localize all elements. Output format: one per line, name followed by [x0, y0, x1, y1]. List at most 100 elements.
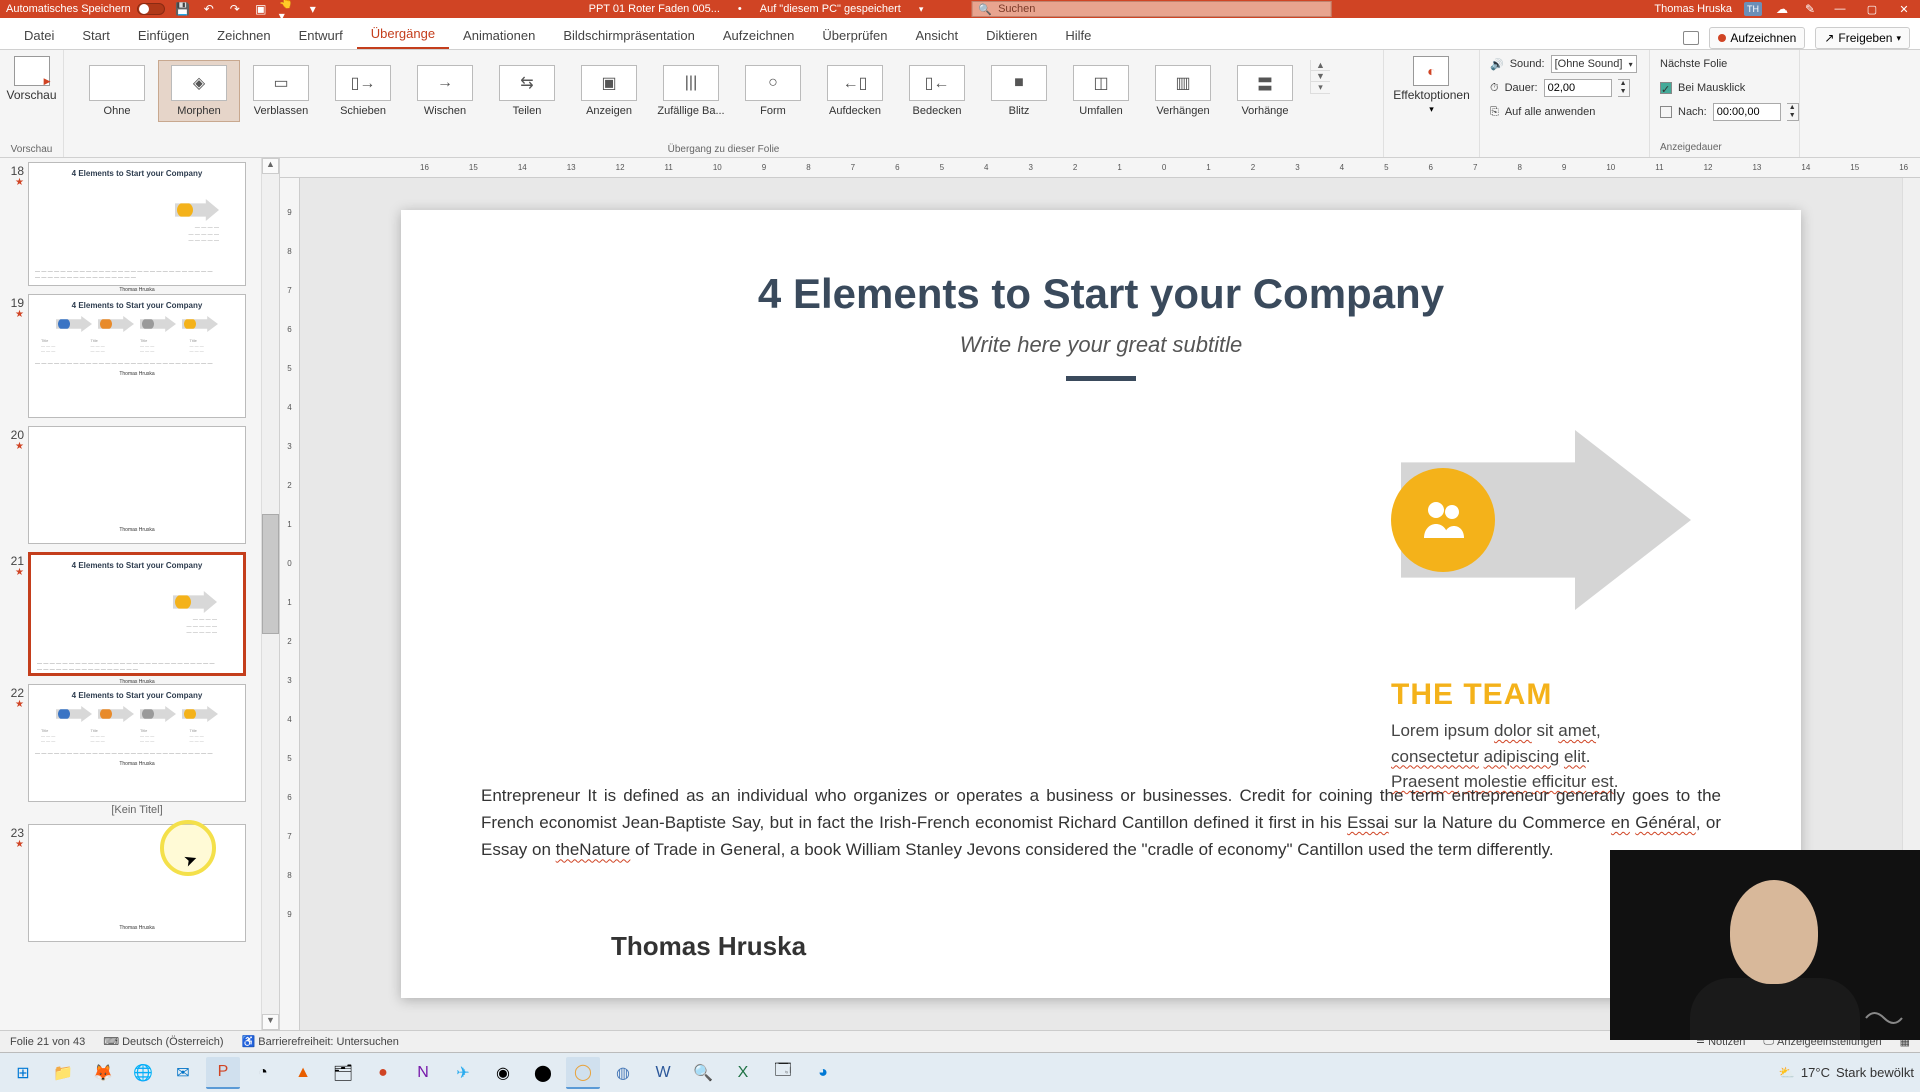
tab-animationen[interactable]: Animationen — [449, 22, 549, 49]
slide-title[interactable]: 4 Elements to Start your Company — [481, 270, 1721, 318]
tab-aufzeichnen[interactable]: Aufzeichnen — [709, 22, 809, 49]
transition-aufdecken[interactable]: ←▯Aufdecken — [814, 60, 896, 122]
tab-start[interactable]: Start — [68, 22, 123, 49]
onenote-icon[interactable]: N — [406, 1057, 440, 1089]
tab-uebergaenge[interactable]: Übergänge — [357, 20, 449, 49]
slide-thumbnail-21[interactable]: 4 Elements to Start your Company — — — —… — [28, 552, 246, 676]
tab-hilfe[interactable]: Hilfe — [1051, 22, 1105, 49]
weather-widget[interactable]: ⛅ 17°C Stark bewölkt — [1779, 1065, 1914, 1081]
word-icon[interactable]: W — [646, 1057, 680, 1089]
slide-author[interactable]: Thomas Hruska — [611, 931, 806, 962]
transition-schieben[interactable]: ▯→Schieben — [322, 60, 404, 122]
after-input[interactable] — [1713, 103, 1781, 121]
cloud-icon[interactable]: ☁ — [1774, 1, 1790, 17]
on-click-checkbox[interactable]: ✓ — [1660, 82, 1672, 94]
share-button[interactable]: ↗Freigeben▾ — [1815, 27, 1910, 49]
comments-icon[interactable] — [1683, 31, 1699, 45]
transition-verhängen[interactable]: ▥Verhängen — [1142, 60, 1224, 122]
transition-morphen[interactable]: ◈Morphen — [158, 60, 240, 122]
redo-icon[interactable]: ↷ — [227, 1, 243, 17]
transition-anzeigen[interactable]: ▣Anzeigen — [568, 60, 650, 122]
slide-thumbnail-23[interactable]: Thomas Hruska — [28, 824, 246, 942]
excel-icon[interactable]: X — [726, 1057, 760, 1089]
slide-thumbnail-20[interactable]: Thomas Hruska — [28, 426, 246, 544]
telegram-icon[interactable]: ✈ — [446, 1057, 480, 1089]
panel-scrollbar[interactable]: ▲ ▼ — [261, 158, 279, 1030]
slide-thumbnail-22[interactable]: 4 Elements to Start your Company Title— … — [28, 684, 246, 802]
after-checkbox[interactable] — [1660, 106, 1672, 118]
user-avatar[interactable]: TH — [1744, 2, 1762, 16]
scroll-down-icon[interactable]: ▼ — [262, 1014, 279, 1030]
slide-canvas[interactable]: 4 Elements to Start your Company Write h… — [401, 210, 1801, 998]
tab-einfuegen[interactable]: Einfügen — [124, 22, 203, 49]
transition-wischen[interactable]: →Wischen — [404, 60, 486, 122]
transition-zufällige ba...[interactable]: |||Zufällige Ba... — [650, 60, 732, 122]
transition-verblassen[interactable]: ▭Verblassen — [240, 60, 322, 122]
apply-all-button[interactable]: ⎘ Auf alle anwenden — [1490, 102, 1637, 122]
save-icon[interactable]: 💾 — [175, 1, 191, 17]
transition-umfallen[interactable]: ◫Umfallen — [1060, 60, 1142, 122]
edge-icon[interactable]: ◕ — [806, 1057, 840, 1089]
slide-subtitle[interactable]: Write here your great subtitle — [481, 332, 1721, 358]
tab-entwurf[interactable]: Entwurf — [285, 22, 357, 49]
preview-button[interactable]: Vorschau — [6, 54, 56, 102]
search-box[interactable]: 🔍 Suchen — [971, 1, 1331, 17]
slide-thumbnail-18[interactable]: 4 Elements to Start your Company — — — —… — [28, 162, 246, 286]
chrome-icon[interactable]: 🌐 — [126, 1057, 160, 1089]
transition-ohne[interactable]: Ohne — [76, 60, 158, 122]
coming-soon-icon[interactable]: ✎ — [1802, 1, 1818, 17]
qat-more-icon[interactable]: ▾ — [305, 1, 321, 17]
explorer-icon[interactable]: 📁 — [46, 1057, 80, 1089]
tab-bildschirmpraesentation[interactable]: Bildschirmpräsentation — [549, 22, 709, 49]
autosave-toggle[interactable]: Automatisches Speichern — [6, 3, 165, 15]
scroll-handle[interactable] — [262, 514, 279, 634]
sound-dropdown[interactable]: [Ohne Sound]▾ — [1551, 55, 1637, 73]
app-icon-4[interactable]: ◉ — [486, 1057, 520, 1089]
team-arrow-graphic[interactable] — [1401, 430, 1691, 610]
touch-icon[interactable]: 👆▾ — [279, 1, 295, 17]
record-button[interactable]: Aufzeichnen — [1709, 27, 1805, 49]
start-button[interactable]: ⊞ — [6, 1057, 40, 1089]
after-spinner[interactable]: ▲▼ — [1787, 103, 1799, 121]
app-icon-7[interactable]: ◍ — [606, 1057, 640, 1089]
tab-zeichnen[interactable]: Zeichnen — [203, 22, 284, 49]
tab-ansicht[interactable]: Ansicht — [901, 22, 972, 49]
slide-thumbnail-19[interactable]: 4 Elements to Start your Company Title— … — [28, 294, 246, 418]
undo-icon[interactable]: ↶ — [201, 1, 217, 17]
tab-ueberpruefen[interactable]: Überprüfen — [808, 22, 901, 49]
tab-diktieren[interactable]: Diktieren — [972, 22, 1051, 49]
minimize-button[interactable]: — — [1830, 3, 1850, 15]
effect-options-button[interactable]: ◐ Effektoptionen ▾ — [1393, 54, 1470, 115]
powerpoint-icon[interactable]: P — [206, 1057, 240, 1089]
webcam-logo-icon — [1862, 1006, 1906, 1030]
app-icon-2[interactable]: 🗂 — [326, 1057, 360, 1089]
duration-input[interactable] — [1544, 79, 1612, 97]
app-icon-8[interactable]: 🔍 — [686, 1057, 720, 1089]
present-icon[interactable]: ▣ — [253, 1, 269, 17]
tab-datei[interactable]: Datei — [10, 22, 68, 49]
transition-teilen[interactable]: ⇆Teilen — [486, 60, 568, 122]
firefox-icon[interactable]: 🦊 — [86, 1057, 120, 1089]
vlc-icon[interactable]: ▲ — [286, 1057, 320, 1089]
slide-body-text[interactable]: Entrepreneur It is defined as an individ… — [481, 782, 1721, 864]
app-icon-5[interactable]: ⬤ — [526, 1057, 560, 1089]
maximize-button[interactable]: ▢ — [1862, 3, 1882, 16]
scroll-up-icon[interactable]: ▲ — [262, 158, 279, 174]
accessibility-button[interactable]: ♿Barrierefreiheit: Untersuchen — [242, 1035, 399, 1048]
team-heading: THE TEAM — [1391, 678, 1651, 712]
transition-vorhänge[interactable]: 〓Vorhänge — [1224, 60, 1306, 122]
toggle-switch[interactable] — [137, 3, 165, 15]
transition-bedecken[interactable]: ▯←Bedecken — [896, 60, 978, 122]
language-button[interactable]: ⌨Deutsch (Österreich) — [103, 1035, 223, 1048]
app-icon-6[interactable]: ◯ — [566, 1057, 600, 1089]
app-icon-3[interactable]: ● — [366, 1057, 400, 1089]
transition-blitz[interactable]: ■Blitz — [978, 60, 1060, 122]
transition-gallery-more[interactable]: ▲▼▾ — [1310, 60, 1330, 94]
close-button[interactable]: ✕ — [1894, 3, 1914, 16]
app-icon-9[interactable]: 🗔 — [766, 1057, 800, 1089]
app-icon-1[interactable]: ◔ — [246, 1057, 280, 1089]
team-text-block[interactable]: THE TEAM Lorem ipsum dolor sit amet, con… — [1391, 678, 1651, 795]
outlook-icon[interactable]: ✉ — [166, 1057, 200, 1089]
duration-spinner[interactable]: ▲▼ — [1618, 79, 1630, 97]
transition-form[interactable]: ○Form — [732, 60, 814, 122]
